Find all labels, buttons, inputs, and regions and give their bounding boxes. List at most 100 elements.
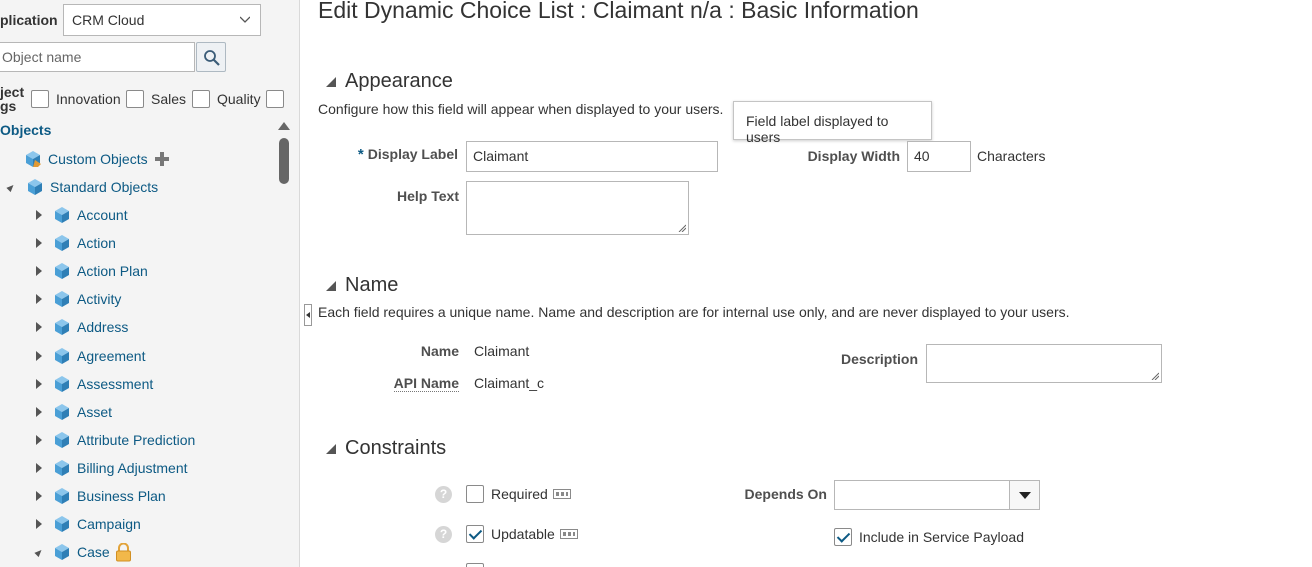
tag-quality[interactable]: Quality <box>192 90 261 108</box>
expression-builder-icon[interactable] <box>552 489 571 499</box>
name-value: Claimant <box>474 343 530 359</box>
expanded-triangle-icon[interactable] <box>6 182 16 192</box>
appearance-description: Configure how this field will appear whe… <box>318 101 724 117</box>
resize-grip-icon[interactable] <box>678 224 686 232</box>
collapsed-triangle-icon[interactable] <box>36 406 42 417</box>
section-constraints-toggle[interactable]: Constraints <box>326 437 446 460</box>
application-select[interactable]: CRM Cloud <box>63 4 261 36</box>
next-constraint-option[interactable] <box>466 563 491 567</box>
collapsed-triangle-icon[interactable] <box>36 434 42 445</box>
description-textarea[interactable] <box>926 344 1162 383</box>
tag-innovation-checkbox[interactable] <box>31 90 49 108</box>
search-icon <box>204 50 220 66</box>
collapse-panel-button[interactable] <box>304 304 312 326</box>
tree-item-agreement[interactable]: Agreement <box>36 345 145 367</box>
cube-icon <box>55 319 69 336</box>
tree-item-assessment[interactable]: Assessment <box>36 373 153 395</box>
required-checkbox[interactable] <box>466 485 484 503</box>
tree-item-case[interactable]: Case <box>34 541 132 563</box>
object-tags-label: ject gs <box>0 84 25 114</box>
expanded-triangle-icon[interactable] <box>34 547 44 557</box>
objects-heading: Objects <box>0 122 52 138</box>
page-title: Edit Dynamic Choice List : Claimant n/a … <box>318 0 919 23</box>
include-service-payload-checkbox[interactable] <box>834 528 852 546</box>
tree-item-label: Billing Adjustment <box>77 459 188 476</box>
tree-item-label: Assessment <box>77 375 154 392</box>
tree-item-action-plan[interactable]: Action Plan <box>36 260 148 282</box>
tag-more[interactable] <box>266 90 291 108</box>
display-label-tooltip: Field label displayed to users <box>733 101 932 145</box>
tag-innovation[interactable]: Innovation <box>31 90 121 108</box>
collapsed-triangle-icon[interactable] <box>36 378 42 389</box>
dropdown-arrow-icon[interactable] <box>1009 481 1039 509</box>
tag-sales[interactable]: Sales <box>126 90 186 108</box>
collapsed-triangle-icon[interactable] <box>36 266 42 277</box>
chevron-down-icon <box>240 16 250 23</box>
tree-item-asset[interactable]: Asset <box>36 401 112 423</box>
object-search-input[interactable]: Object name <box>0 42 195 72</box>
collapsed-triangle-icon[interactable] <box>36 350 42 361</box>
object-navigator-panel: plication CRM Cloud Object name ject gs … <box>0 0 300 567</box>
section-appearance-toggle[interactable]: Appearance <box>326 70 453 93</box>
collapsed-triangle-icon[interactable] <box>36 294 42 305</box>
tree-scrollbar[interactable] <box>276 118 292 567</box>
cube-icon <box>55 403 69 420</box>
help-icon[interactable]: ? <box>435 486 452 503</box>
tree-item-custom-objects[interactable]: Custom Objects <box>24 148 170 170</box>
search-button[interactable] <box>196 42 226 72</box>
next-constraint-checkbox[interactable] <box>466 563 484 567</box>
tree-item-account[interactable]: Account <box>36 204 128 226</box>
collapsed-triangle-icon[interactable] <box>36 238 42 249</box>
tag-more-checkbox[interactable] <box>266 90 284 108</box>
tree-item-action[interactable]: Action <box>36 232 116 254</box>
scroll-thumb[interactable] <box>279 138 289 184</box>
section-name-heading: Name <box>345 274 399 296</box>
add-icon[interactable] <box>154 151 170 167</box>
help-text-textarea[interactable] <box>466 181 689 235</box>
tree-item-attribute-prediction[interactable]: Attribute Prediction <box>36 429 195 451</box>
include-service-payload-option[interactable]: Include in Service Payload <box>834 528 1024 546</box>
resize-grip-icon[interactable] <box>1151 372 1159 380</box>
tree-item-label: Account <box>77 207 128 223</box>
name-label: Name <box>420 343 459 359</box>
tree-item-standard-objects[interactable]: Standard Objects <box>6 176 158 198</box>
cube-icon <box>28 179 42 195</box>
expression-builder-icon[interactable] <box>559 529 578 539</box>
tree-item-label: Campaign <box>77 516 141 533</box>
collapsed-triangle-icon[interactable] <box>36 519 42 530</box>
display-label-label: * Display Label <box>357 146 458 163</box>
tag-sales-checkbox[interactable] <box>126 90 144 108</box>
tree-item-label: Action <box>77 235 116 252</box>
collapsed-triangle-icon[interactable] <box>36 210 42 220</box>
display-label-input[interactable]: Claimant <box>466 141 718 172</box>
section-constraints-heading: Constraints <box>345 437 447 459</box>
tree-item-address[interactable]: Address <box>36 316 128 338</box>
display-width-label: Display Width <box>807 148 900 164</box>
collapsed-triangle-icon[interactable] <box>36 322 42 333</box>
section-name-toggle[interactable]: Name <box>326 274 398 297</box>
cube-icon <box>55 207 69 223</box>
tree-item-campaign[interactable]: Campaign <box>36 513 141 535</box>
tag-quality-checkbox[interactable] <box>192 90 210 108</box>
name-description: Each field requires a unique name. Name … <box>318 304 1070 320</box>
collapsed-triangle-icon[interactable] <box>36 491 42 501</box>
application-label: plication <box>0 12 58 28</box>
tree-item-business-plan[interactable]: Business Plan <box>36 485 166 507</box>
tree-item-billing-adjustment[interactable]: Billing Adjustment <box>36 457 188 479</box>
help-icon[interactable]: ? <box>435 526 452 543</box>
tree-item-activity[interactable]: Activity <box>36 288 121 310</box>
depends-on-select[interactable] <box>834 480 1040 510</box>
required-asterisk: * <box>357 146 364 163</box>
collapsed-triangle-icon[interactable] <box>36 462 42 473</box>
updatable-checkbox[interactable] <box>466 525 484 543</box>
updatable-option[interactable]: Updatable <box>466 525 578 543</box>
api-name-label: API Name <box>393 375 459 392</box>
depends-on-label: Depends On <box>744 486 827 502</box>
display-width-input[interactable]: 40 <box>907 141 971 172</box>
tree-item-label: Case <box>77 544 110 561</box>
scroll-up-arrow-icon[interactable] <box>278 122 290 130</box>
api-name-value: Claimant_c <box>474 375 545 391</box>
required-option[interactable]: Required <box>466 485 571 503</box>
display-width-unit: Characters <box>977 148 1046 164</box>
help-text-label: Help Text <box>397 188 459 204</box>
